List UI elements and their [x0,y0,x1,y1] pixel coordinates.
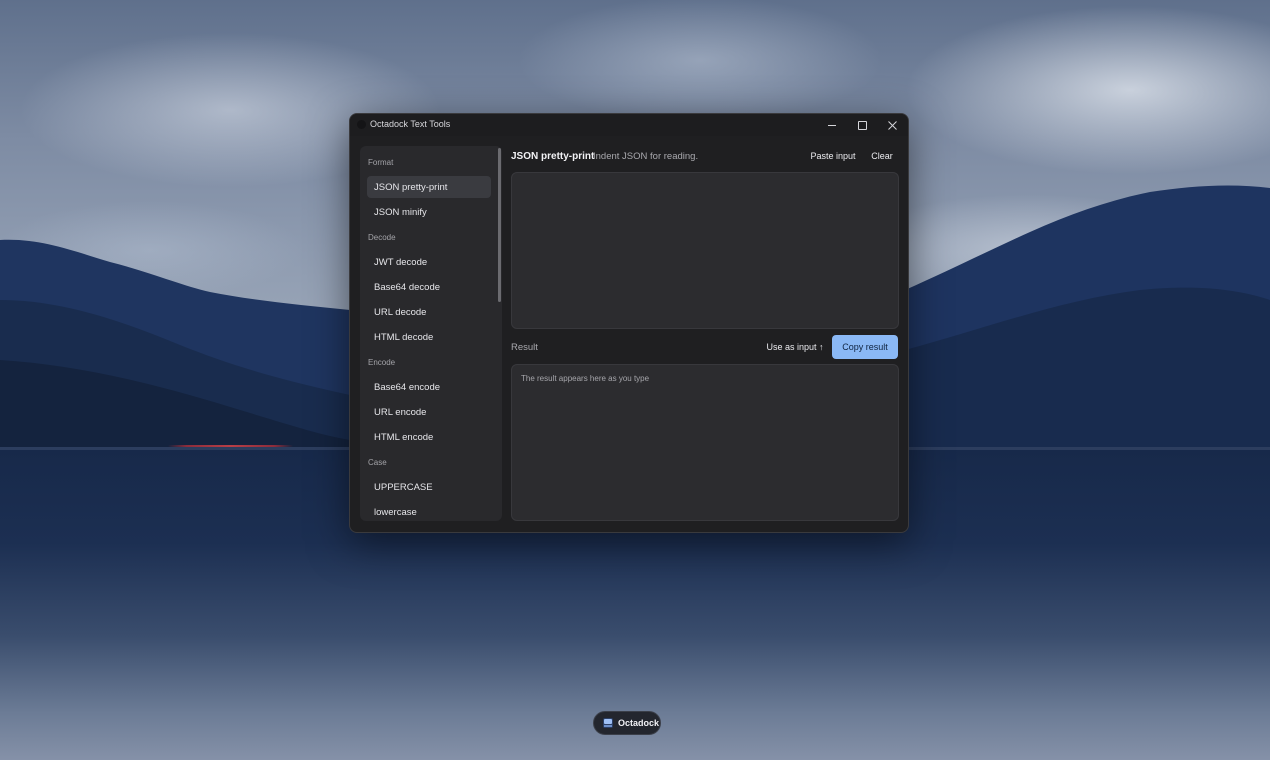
app-window: Octadock Text Tools Format JSON pretty-p… [349,113,909,533]
window-title: Octadock Text Tools [370,119,451,129]
dock-app-label: Octadock [618,718,660,728]
result-output[interactable]: The result appears here as you type [511,364,899,521]
minimize-icon [828,124,836,126]
sidebar-item-base64-encode[interactable]: Base64 encode [367,376,491,398]
section-label-case: Case [368,458,387,467]
sidebar-item-html-decode[interactable]: HTML decode [367,326,491,348]
tool-description: Indent JSON for reading. [593,151,699,162]
monitor-icon [603,718,613,728]
copy-result-button[interactable]: Copy result [832,335,898,359]
sidebar-item-lowercase[interactable]: lowercase [367,501,491,521]
app-icon [357,120,366,129]
result-placeholder: The result appears here as you type [521,374,650,383]
minimize-button[interactable] [817,114,847,136]
sidebar-item-html-encode[interactable]: HTML encode [367,426,491,448]
sidebar-item-json-pretty-print[interactable]: JSON pretty-print [367,176,491,198]
sidebar-scrollbar[interactable] [498,148,501,302]
maximize-button[interactable] [847,114,877,136]
maximize-icon [857,120,867,130]
section-label-encode: Encode [368,358,396,367]
sidebar-item-base64-decode[interactable]: Base64 decode [367,276,491,298]
title-bar[interactable]: Octadock Text Tools [350,114,908,136]
sidebar-item-uppercase[interactable]: UPPERCASE [367,476,491,498]
section-label-decode: Decode [368,233,396,242]
sidebar-item-url-decode[interactable]: URL decode [367,301,491,323]
sidebar-item-json-minify[interactable]: JSON minify [367,201,491,223]
tool-sidebar: Format JSON pretty-print JSON minify Dec… [360,146,502,521]
sidebar-item-jwt-decode[interactable]: JWT decode [367,251,491,273]
tool-title: JSON pretty-print [511,151,595,162]
paste-input-button[interactable]: Paste input [806,146,860,166]
dock-app-octadock[interactable]: Octadock [593,711,661,735]
use-as-input-button[interactable]: Use as input ↑ [764,337,826,357]
section-label-format: Format [368,158,394,167]
input-textarea[interactable] [511,172,899,329]
close-icon [887,120,897,130]
result-label: Result [511,342,538,353]
sidebar-item-url-encode[interactable]: URL encode [367,401,491,423]
clear-button[interactable]: Clear [868,146,896,166]
close-button[interactable] [877,114,907,136]
